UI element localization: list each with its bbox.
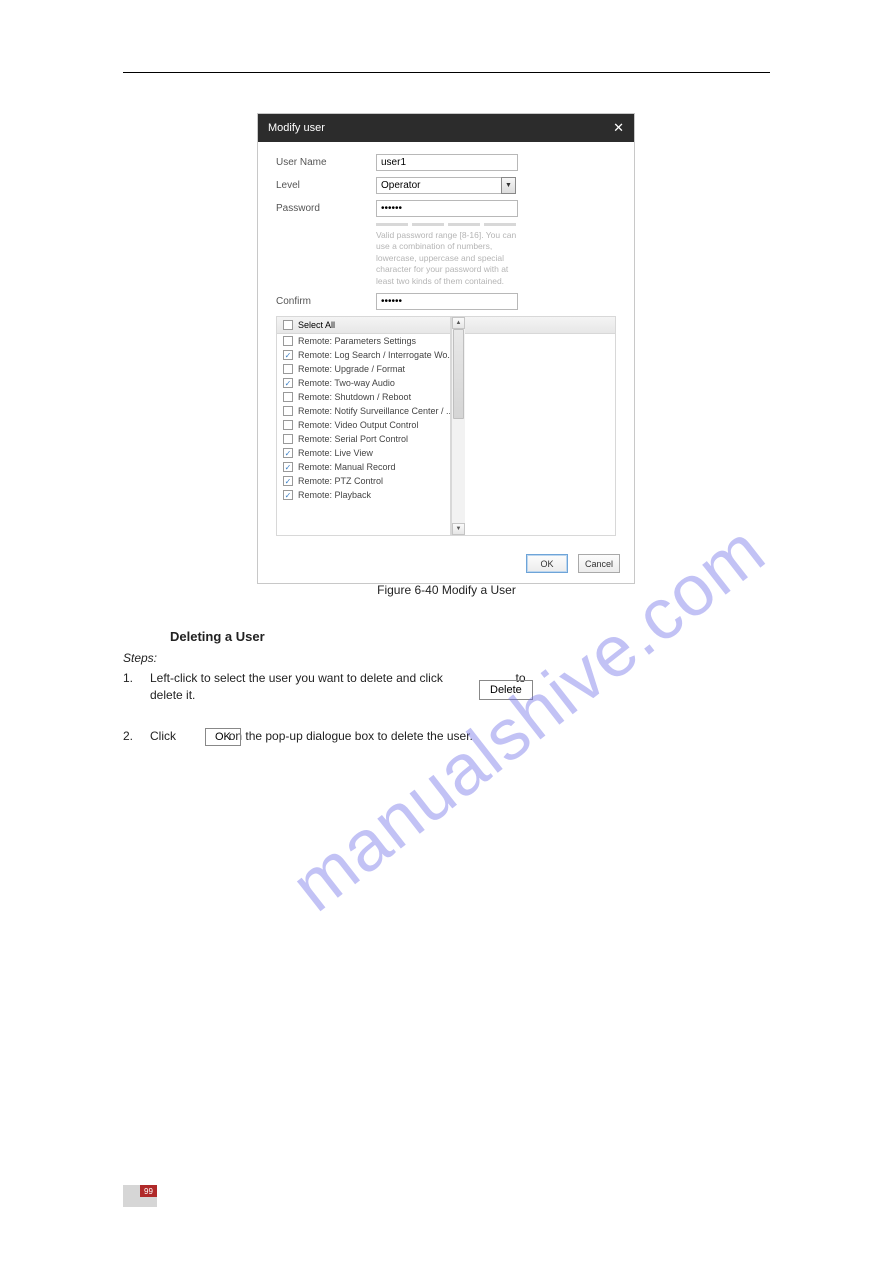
steps-label: Steps: [123,650,157,667]
permission-row[interactable]: Remote: Notify Surveillance Center / ... [277,404,450,418]
chevron-down-icon[interactable]: ▼ [501,177,516,194]
permission-label: Remote: Log Search / Interrogate Wo... [298,350,450,360]
permission-label: Remote: Two-way Audio [298,378,395,388]
select-all-row[interactable]: Select All [277,317,450,334]
permission-checkbox[interactable]: ✓ [283,378,293,388]
permission-label: Remote: Manual Record [298,462,396,472]
password-strength-meter [376,223,616,226]
step-1-text: Left-click to select the user you want t… [150,670,710,705]
close-icon[interactable]: ✕ [613,120,624,136]
password-input[interactable] [376,200,518,217]
page-number: 99 [140,1185,157,1197]
strength-bar [376,223,408,226]
step-1-line2: delete it. [150,688,195,702]
level-row: Level ▼ [276,177,616,194]
strength-bar [448,223,480,226]
scroll-up-icon[interactable]: ▲ [452,317,465,329]
dialog-title: Modify user [268,122,325,134]
permission-row[interactable]: ✓ Remote: Two-way Audio [277,376,450,390]
permissions-right-pane [465,317,615,535]
permission-checkbox[interactable] [283,434,293,444]
permission-row[interactable]: ✓ Remote: Log Search / Interrogate Wo... [277,348,450,362]
scroll-thumb[interactable] [453,329,464,419]
permission-label: Remote: Upgrade / Format [298,364,405,374]
ornament-cell [123,1197,157,1207]
header-rule [123,72,770,73]
confirm-input[interactable] [376,293,518,310]
permissions-right-header [465,317,615,334]
step-1-line1: Left-click to select the user you want t… [150,671,443,685]
permission-label: Remote: Notify Surveillance Center / ... [298,406,450,416]
delete-button-illustration: Delete [479,680,533,700]
permission-row[interactable]: Remote: Parameters Settings [277,334,450,348]
permission-label: Remote: Shutdown / Reboot [298,392,411,402]
password-label: Password [276,200,376,214]
permission-checkbox[interactable]: ✓ [283,476,293,486]
level-label: Level [276,177,376,191]
permission-label: Remote: Playback [298,490,371,500]
permission-row[interactable]: Remote: Serial Port Control [277,432,450,446]
permission-checkbox[interactable] [283,336,293,346]
password-hint: Valid password range [8-16]. You can use… [376,230,526,287]
scroll-track[interactable] [452,329,465,523]
step-1-number: 1. [123,670,133,687]
modify-user-dialog: Modify user ✕ User Name Level ▼ Password… [257,113,635,584]
permission-label: Remote: PTZ Control [298,476,383,486]
password-row: Password [276,200,616,217]
permission-checkbox[interactable]: ✓ [283,490,293,500]
permission-label: Remote: Serial Port Control [298,434,408,444]
ok-button-illustration: OK [205,728,241,746]
scrollbar[interactable]: ▲ ▼ [451,317,465,535]
ok-button[interactable]: OK [526,554,568,573]
permissions-list: Select All Remote: Parameters Settings ✓ R… [277,317,451,535]
page-number-ornament: 99 [123,1185,157,1207]
dialog-titlebar: Modify user ✕ [258,114,634,142]
permission-checkbox[interactable] [283,420,293,430]
permission-row[interactable]: Remote: Shutdown / Reboot [277,390,450,404]
cancel-button[interactable]: Cancel [578,554,620,573]
permission-row[interactable]: ✓ Remote: PTZ Control [277,474,450,488]
username-row: User Name [276,154,616,171]
dialog-body: User Name Level ▼ Password Valid passwor… [258,142,634,310]
level-select[interactable]: ▼ [376,177,516,194]
permission-checkbox[interactable] [283,364,293,374]
permission-label: Remote: Video Output Control [298,420,418,430]
permissions-scroll-area: Remote: Parameters Settings ✓ Remote: Log … [277,334,450,552]
username-label: User Name [276,154,376,168]
permission-label: Remote: Parameters Settings [298,336,416,346]
permission-row[interactable]: ✓ Remote: Playback [277,488,450,502]
step-2-after: on the pop-up dialogue box to delete the… [229,729,473,743]
username-input[interactable] [376,154,518,171]
confirm-label: Confirm [276,293,376,307]
permission-row[interactable]: Remote: Video Output Control [277,418,450,432]
permission-row[interactable]: ✓ Remote: Live View [277,446,450,460]
level-value[interactable] [376,177,516,194]
figure-caption: Figure 6-40 Modify a User [123,582,770,599]
strength-bar [412,223,444,226]
confirm-row: Confirm [276,293,616,310]
permission-row[interactable]: ✓ Remote: Manual Record [277,460,450,474]
ornament-cell [123,1185,140,1197]
permissions-panel: Select All Remote: Parameters Settings ✓ R… [276,316,616,536]
scroll-down-icon[interactable]: ▼ [452,523,465,535]
strength-bar [484,223,516,226]
step-2-number: 2. [123,728,133,745]
permission-checkbox[interactable] [283,392,293,402]
deleting-user-heading: Deleting a User [170,628,265,647]
permission-checkbox[interactable]: ✓ [283,462,293,472]
select-all-label: Select All [298,320,335,330]
permission-row[interactable]: Remote: Upgrade / Format [277,362,450,376]
permission-label: Remote: Live View [298,448,373,458]
select-all-checkbox[interactable] [283,320,293,330]
step-2-before: Click [150,729,176,743]
permission-checkbox[interactable]: ✓ [283,350,293,360]
permission-checkbox[interactable] [283,406,293,416]
permission-checkbox[interactable]: ✓ [283,448,293,458]
